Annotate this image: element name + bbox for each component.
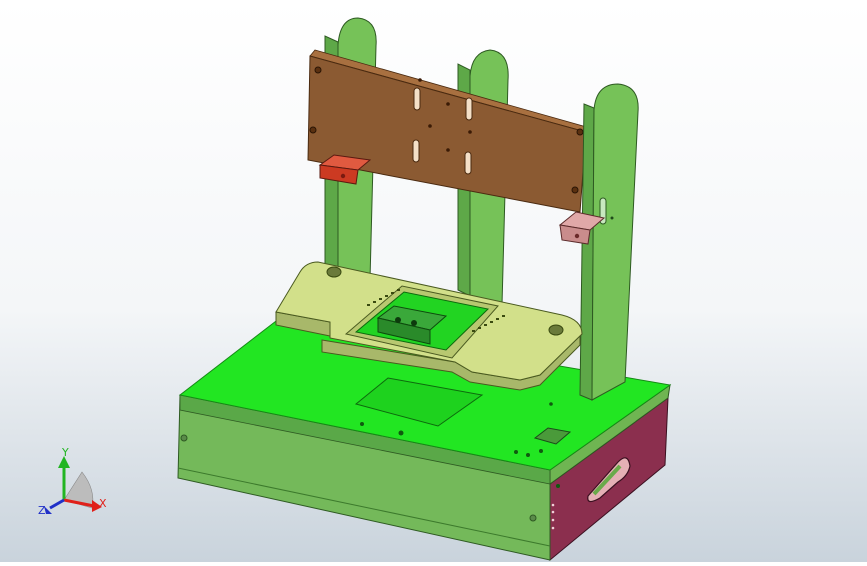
base-top-hole: [514, 450, 518, 454]
side-panel-hole: [551, 510, 555, 514]
top-plate-hole: [428, 124, 432, 128]
fixture-plate-hole: [326, 266, 342, 278]
cad-model-canvas[interactable]: Y X Z: [0, 0, 867, 562]
locating-block-hole: [411, 320, 417, 326]
locating-block-hole: [395, 317, 401, 323]
right-stop-block-hole: [574, 233, 580, 239]
y-axis-label: Y: [61, 446, 69, 459]
base-top-hole: [360, 422, 364, 426]
top-plate-slot: [464, 151, 472, 175]
top-plate-hole: [468, 130, 472, 134]
top-plate-slot: [412, 139, 420, 163]
base-top-hole: [549, 402, 553, 406]
x-axis-label: X: [99, 497, 107, 510]
side-panel-hole: [551, 518, 555, 522]
top-plate-hole: [571, 186, 579, 194]
cad-viewport[interactable]: Y X Z: [0, 0, 867, 562]
left-stop-block-hole: [340, 173, 346, 179]
side-panel-hole: [551, 526, 555, 530]
base-top-hole: [556, 484, 560, 488]
z-axis-label: Z: [38, 504, 46, 517]
top-plate-hole: [309, 126, 317, 134]
top-plate-hole: [576, 128, 584, 136]
top-plate-hole: [446, 148, 450, 152]
top-plate-slot: [413, 87, 421, 111]
top-plate-hole: [446, 102, 450, 106]
top-plate-slot: [465, 97, 473, 121]
base-front-screw: [529, 514, 537, 522]
top-plate-hole: [418, 78, 422, 82]
fixture-plate-hole: [548, 324, 564, 336]
base-top-hole: [539, 449, 543, 453]
base-front-screw: [180, 434, 188, 442]
top-plate-hole: [314, 66, 322, 74]
side-panel-hole: [551, 503, 555, 507]
right-pillar-hole: [610, 216, 614, 220]
base-top-hole: [526, 453, 530, 457]
base-top-hole: [398, 430, 404, 436]
